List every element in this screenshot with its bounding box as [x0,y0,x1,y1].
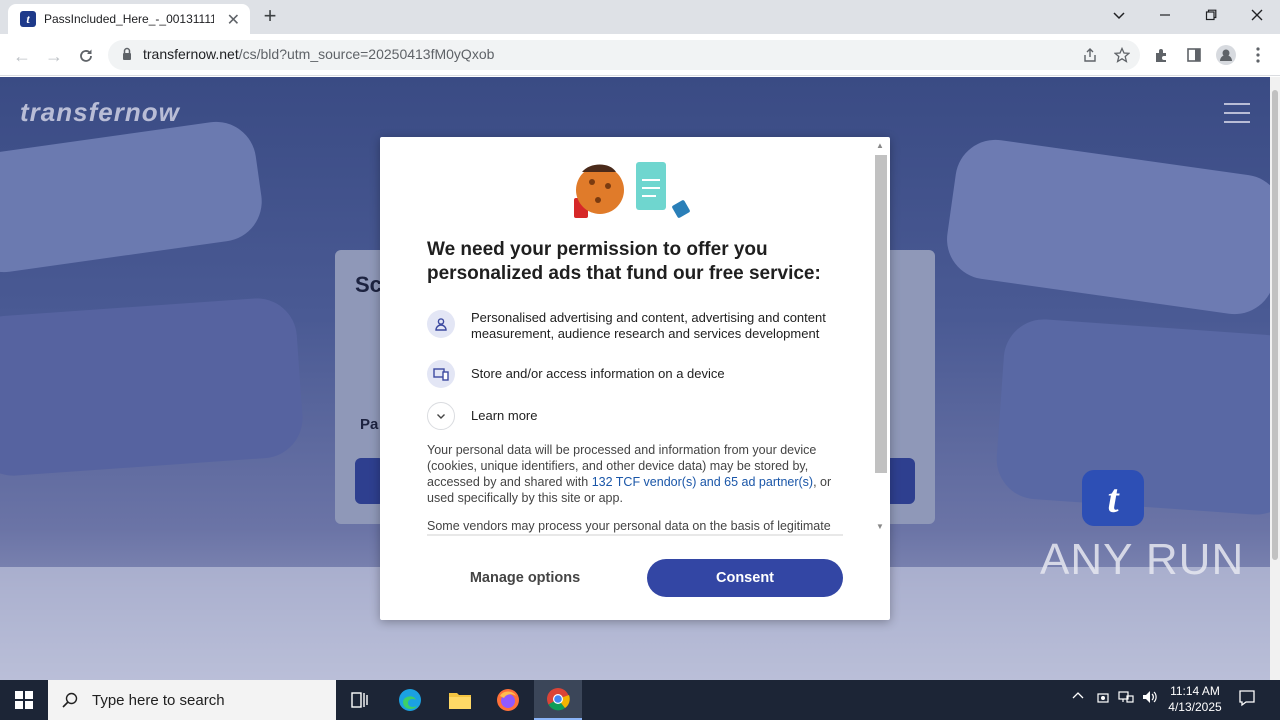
background-shape [941,134,1270,320]
firefox-icon[interactable] [484,680,532,720]
dialog-title: We need your permission to offer you per… [427,239,821,284]
tab-search-icon[interactable] [1096,0,1142,30]
url-host: transfernow.net [143,46,239,62]
file-explorer-icon[interactable] [436,680,484,720]
search-icon [62,692,78,708]
extensions-icon[interactable] [1152,45,1172,65]
network-icon[interactable] [1118,690,1134,707]
chevron-down-icon[interactable] [427,402,455,430]
new-tab-button[interactable]: + [258,4,282,28]
scroll-up-icon[interactable]: ▲ [876,141,884,150]
clock-date: 4/13/2025 [1168,700,1222,714]
close-tab-icon[interactable]: ✕ [227,10,240,30]
background-shape [0,295,306,479]
side-panel-icon[interactable] [1184,45,1204,65]
system-tray-security-icon[interactable] [1096,690,1110,707]
edge-icon[interactable] [386,680,434,720]
dialog-body-text: Your personal data will be processed and… [427,442,837,506]
purpose-text: Personalised advertising and content, ad… [471,310,826,341]
clock-time: 11:14 AM [1170,684,1220,698]
cookie-mascot-illustration [574,162,690,218]
notification-icon[interactable] [1238,689,1256,710]
taskbar-search-box[interactable]: Type here to search [48,680,336,720]
scroll-down-icon[interactable]: ▼ [876,522,884,531]
share-icon[interactable] [1080,45,1100,65]
transfernow-badge-icon: t [1082,470,1144,526]
dialog-scrollbar-thumb[interactable] [875,155,887,473]
url-text[interactable]: transfernow.net/cs/bld?utm_source=202504… [143,46,494,62]
upload-card-heading: Sc [355,272,382,297]
taskbar-clock[interactable]: 11:14 AM 4/13/2025 [1160,683,1230,715]
tab-title: PassIncluded_Here_-_00131111_ [44,12,214,26]
anyrun-watermark: ANY RUN [1040,535,1245,584]
chrome-icon[interactable] [534,680,582,720]
forward-arrow-icon[interactable]: → [42,44,66,68]
transfernow-favicon-icon: t [20,11,36,27]
purpose-item: Personalised advertising and content, ad… [427,310,841,342]
volume-icon[interactable] [1142,690,1158,707]
lock-icon[interactable] [122,47,132,61]
background-shape [0,116,267,278]
purpose-item: Store and/or access information on a dev… [427,360,841,388]
vendors-link[interactable]: 132 TCF vendor(s) and 65 ad partner(s) [592,475,813,489]
bookmark-star-icon[interactable] [1112,45,1132,65]
browser-tab[interactable]: t PassIncluded_Here_-_00131111_ ✕ [8,4,250,34]
back-arrow-icon[interactable]: ← [10,44,34,68]
reload-icon[interactable] [74,44,98,68]
manage-options-button[interactable]: Manage options [427,559,623,597]
upload-card-label: Pa [360,416,379,433]
profile-avatar-icon[interactable] [1216,45,1236,65]
minimize-button[interactable] [1142,0,1188,30]
purpose-text: Store and/or access information on a dev… [471,366,725,381]
show-hidden-icons-chevron-icon[interactable] [1072,690,1084,705]
transfernow-logo[interactable]: transfernow [20,97,180,128]
search-placeholder: Type here to search [92,691,225,709]
menu-dots-icon[interactable] [1248,45,1268,65]
page-scrollbar-thumb[interactable] [1272,90,1278,560]
hamburger-menu-icon[interactable] [1224,103,1250,123]
task-view-icon[interactable] [336,680,384,720]
learn-more-toggle[interactable]: Learn more [427,402,841,430]
consent-button[interactable]: Consent [647,559,843,597]
windows-start-icon[interactable] [0,680,48,720]
restore-button[interactable] [1188,0,1234,30]
url-path: /cs/bld?utm_source=20250413fM0yQxob [238,46,495,62]
device-icon [427,360,455,388]
dialog-body-text-2: Some vendors may process your personal d… [427,519,831,533]
learn-more-label[interactable]: Learn more [471,408,841,424]
close-window-button[interactable] [1234,0,1280,30]
dialog-divider [427,534,843,536]
person-icon [427,310,455,338]
